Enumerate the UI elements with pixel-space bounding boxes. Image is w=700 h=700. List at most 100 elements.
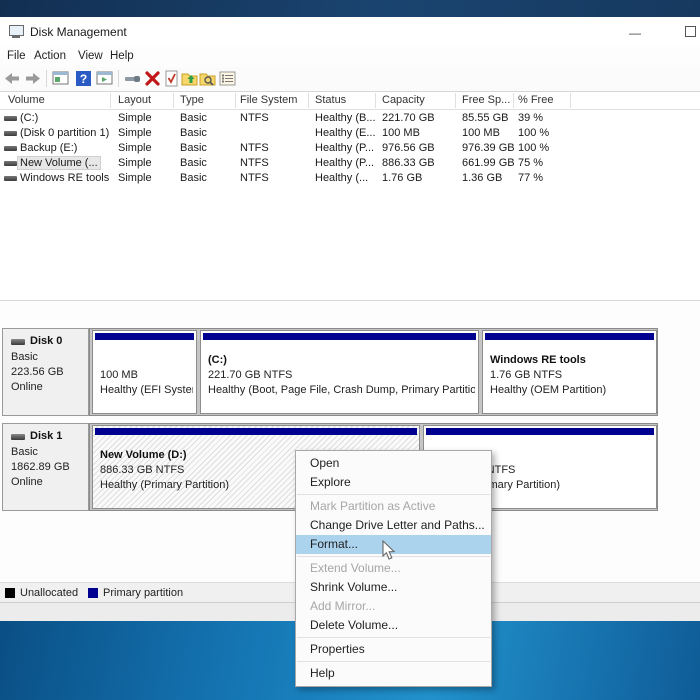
unallocated-swatch [5, 588, 15, 598]
cell-free: 100 MB [462, 127, 500, 139]
toolbar: ? [0, 67, 700, 92]
primary-partition-bar [485, 333, 654, 340]
primary-partition-bar [426, 428, 654, 435]
toolbar-separator [46, 70, 47, 87]
cell-status: Healthy (P... [315, 157, 375, 169]
tool-icon[interactable] [124, 70, 141, 87]
cell-volume: Windows RE tools [20, 172, 110, 184]
col-file-system[interactable]: File System [240, 94, 297, 106]
cell-status: Healthy (P... [315, 142, 375, 154]
cell-pct: 77 % [518, 172, 544, 184]
folder-search-icon[interactable] [199, 70, 216, 87]
col-free-space[interactable]: Free Sp... [462, 94, 510, 106]
col-type[interactable]: Type [180, 94, 204, 106]
menu-item-add-mirror: Add Mirror... [310, 599, 376, 613]
svg-text:?: ? [80, 72, 87, 86]
menu-item-mark-partition-active: Mark Partition as Active [310, 499, 436, 513]
col-volume[interactable]: Volume [8, 94, 45, 106]
disk-icon [11, 434, 25, 440]
menu-separator [297, 637, 490, 638]
partition-efi[interactable]: 100 MB Healthy (EFI System [92, 330, 197, 414]
menu-view[interactable]: View [78, 50, 103, 62]
volume-list-pane: Volume Layout Type File System Status Ca… [0, 92, 700, 300]
cell-type: Basic [180, 127, 207, 139]
menu-file[interactable]: File [7, 50, 26, 62]
table-row[interactable]: Windows RE tools Simple Basic NTFS Healt… [0, 171, 700, 186]
primary-partition-bar [95, 333, 194, 340]
cell-status: Healthy (B... [315, 112, 376, 124]
minimize-button[interactable]: — [620, 23, 650, 43]
disk-icon [11, 339, 25, 345]
cell-fs: NTFS [240, 157, 269, 169]
partition-c[interactable]: (C:) 221.70 GB NTFS Healthy (Boot, Page … [200, 330, 479, 414]
disk1-size: 1862.89 GB [11, 461, 70, 473]
cell-pct: 39 % [518, 112, 544, 124]
col-status[interactable]: Status [315, 94, 346, 106]
disk0-state: Online [11, 381, 43, 393]
menu-item-open[interactable]: Open [296, 454, 491, 473]
toolbar-separator [118, 70, 119, 87]
col-layout[interactable]: Layout [118, 94, 151, 106]
cell-type: Basic [180, 172, 207, 184]
partition-status: Healthy (Primary Partition) [100, 479, 229, 491]
disk0-label-panel[interactable]: Disk 0 Basic 223.56 GB Online [2, 328, 89, 416]
menu-help[interactable]: Help [110, 50, 134, 62]
menu-bar: File Action View Help [0, 47, 700, 67]
table-row[interactable]: (C:) Simple Basic NTFS Healthy (B... 221… [0, 111, 700, 126]
menu-item-explore[interactable]: Explore [296, 473, 491, 492]
cell-pct: 100 % [518, 142, 550, 154]
menu-item-change-drive-letter[interactable]: Change Drive Letter and Paths... [296, 516, 491, 535]
cell-layout: Simple [118, 127, 152, 139]
menu-item-help[interactable]: Help [296, 664, 491, 683]
col-capacity[interactable]: Capacity [382, 94, 425, 106]
console-window-icon[interactable] [52, 70, 69, 87]
cell-type: Basic [180, 142, 207, 154]
partition-status: Healthy (EFI System [100, 384, 193, 396]
partition-size: 100 MB [100, 369, 138, 381]
cell-free: 1.36 GB [462, 172, 503, 184]
partition-windows-re[interactable]: Windows RE tools 1.76 GB NTFS Healthy (O… [482, 330, 657, 414]
primary-partition-bar [95, 428, 417, 435]
partition-size: 1.76 GB NTFS [490, 369, 563, 381]
menu-item-shrink-volume[interactable]: Shrink Volume... [296, 578, 491, 597]
menu-action[interactable]: Action [34, 50, 66, 62]
desktop-background-top [0, 0, 700, 17]
cell-volume: (Disk 0 partition 1) [20, 127, 110, 139]
back-icon[interactable] [4, 70, 21, 87]
disk1-state: Online [11, 476, 43, 488]
forward-icon[interactable] [24, 70, 41, 87]
cell-fs: NTFS [240, 142, 269, 154]
cell-type: Basic [180, 157, 207, 169]
window-title: Disk Management [30, 25, 127, 39]
cell-status: Healthy (... [315, 172, 369, 184]
disk1-label-panel[interactable]: Disk 1 Basic 1862.89 GB Online [2, 423, 89, 511]
maximize-button[interactable] [675, 23, 700, 43]
menu-item-delete-volume[interactable]: Delete Volume... [296, 616, 491, 635]
mouse-cursor [381, 540, 397, 562]
title-bar: Disk Management — [0, 17, 700, 47]
table-row[interactable]: Backup (E:) Simple Basic NTFS Healthy (P… [0, 141, 700, 156]
volume-icon [4, 116, 17, 121]
menu-item-properties[interactable]: Properties [296, 640, 491, 659]
menu-separator [297, 661, 490, 662]
cell-layout: Simple [118, 172, 152, 184]
show-console-icon[interactable] [96, 70, 113, 87]
folder-up-icon[interactable] [181, 70, 198, 87]
table-row[interactable]: (Disk 0 partition 1) Simple Basic Health… [0, 126, 700, 141]
cell-status: Healthy (E... [315, 127, 376, 139]
volume-icon [4, 131, 17, 136]
volume-list-header: Volume Layout Type File System Status Ca… [0, 92, 700, 110]
delete-icon[interactable] [144, 70, 161, 87]
check-document-icon[interactable] [163, 70, 180, 87]
cell-layout: Simple [118, 112, 152, 124]
cell-pct: 100 % [518, 127, 550, 139]
help-icon[interactable]: ? [75, 70, 92, 87]
menu-separator [297, 494, 490, 495]
cell-fs: NTFS [240, 172, 269, 184]
cell-capacity: 100 MB [382, 127, 420, 139]
table-row-selected[interactable]: New Volume (... Simple Basic NTFS Health… [0, 156, 700, 171]
partition-title: New Volume (D:) [100, 449, 187, 461]
properties-icon[interactable] [219, 70, 236, 87]
legend-unallocated: Unallocated [20, 587, 79, 599]
col-pct-free[interactable]: % Free [518, 94, 553, 106]
